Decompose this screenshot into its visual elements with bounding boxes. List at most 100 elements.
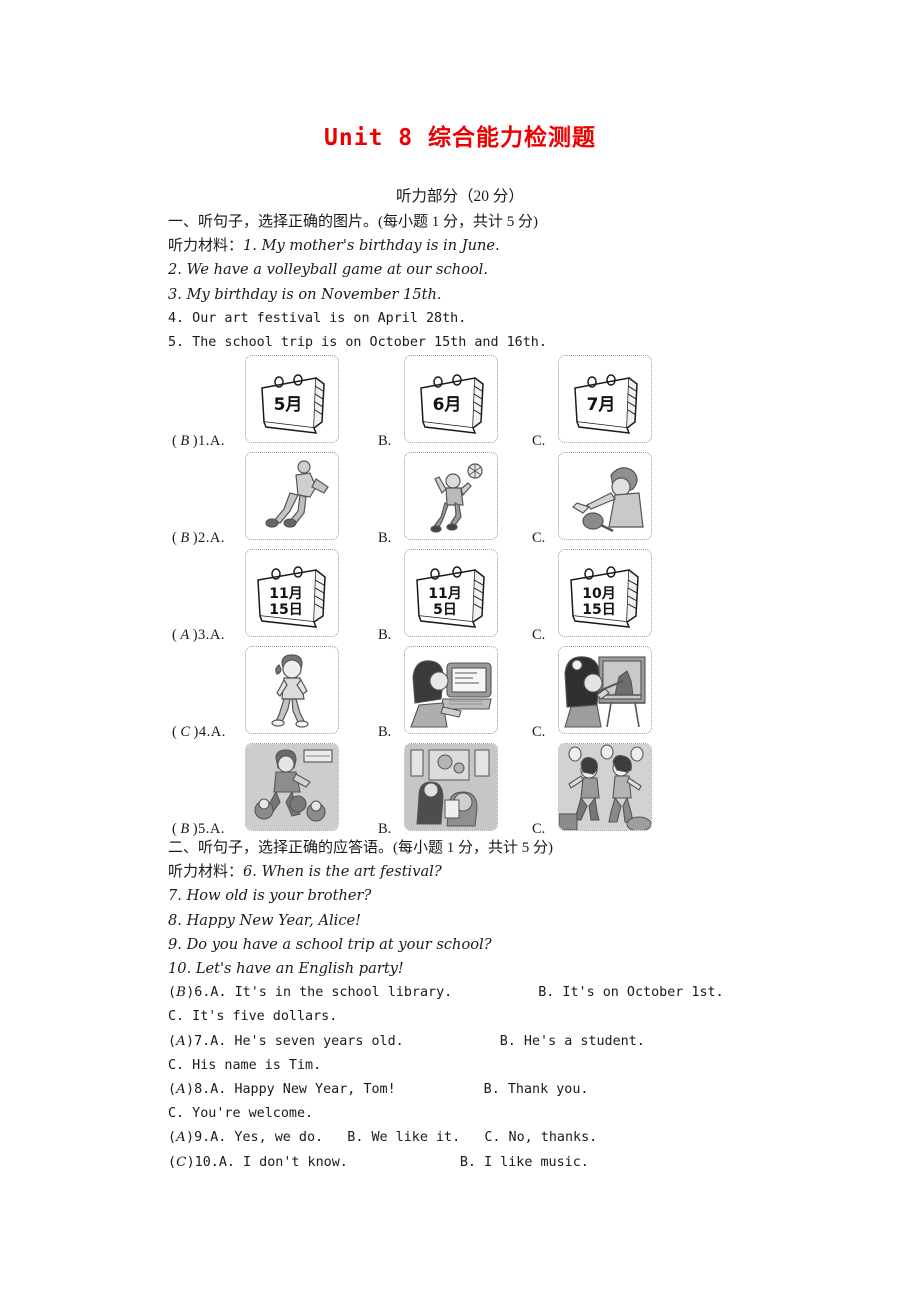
option-8c: C. You're welcome.: [168, 1106, 314, 1122]
option-label-4a: A.: [210, 724, 226, 740]
material-8: 8. Happy New Year, Alice!: [168, 911, 361, 929]
calendar-day-3a: 15日: [269, 602, 302, 618]
option-7c: C. His name is Tim.: [168, 1057, 322, 1073]
option-7a: A. He's seven years old.: [210, 1033, 404, 1049]
answer-blank-2[interactable]: (B)2.A.: [172, 530, 225, 546]
option-label-1c[interactable]: C.: [532, 433, 545, 449]
answer-line-6[interactable]: (B)6.A. It's in the school library. B. It…: [168, 981, 828, 1005]
question-number-4: 4.: [198, 724, 211, 740]
question-row-4: (C)4.A. B. C.: [0, 643, 920, 740]
option-label-3b[interactable]: B.: [378, 627, 391, 643]
question-number-7: 7.: [194, 1033, 211, 1049]
question-number-3: 3.: [198, 627, 210, 643]
option-8b: B. Thank you.: [483, 1082, 589, 1098]
picture-basketball-player[interactable]: [245, 452, 339, 540]
option-label-2a: A.: [209, 530, 226, 546]
picture-girl-at-computer[interactable]: [404, 646, 498, 734]
option-10b: B. I like music.: [459, 1154, 589, 1170]
picture-volleyball-player[interactable]: [404, 452, 498, 540]
option-label-5a: A.: [209, 821, 226, 837]
question-row-5: (B)5.A. B. C.: [0, 740, 920, 837]
picture-calendar-oct-15[interactable]: 10月 15日: [558, 549, 652, 637]
option-6b: B. It's on October 1st.: [538, 985, 724, 1001]
picture-calendar-july[interactable]: 7月: [558, 355, 652, 443]
answer-letter-9: A: [176, 1130, 187, 1146]
answer-letter-5: B: [180, 821, 190, 837]
answer-letter-10: C: [176, 1154, 187, 1170]
question-number-6: 6.: [194, 985, 211, 1001]
option-6c: C. It's five dollars.: [168, 1009, 338, 1025]
option-label-3c[interactable]: C.: [532, 627, 545, 643]
answer-blank-1[interactable]: (B)1.A.: [172, 433, 225, 449]
part-two-material-line-1: 听力材料：6. When is the art festival?: [168, 860, 828, 884]
picture-table-tennis-player[interactable]: [558, 452, 652, 540]
answer-blank-5[interactable]: (B)5.A.: [172, 821, 225, 837]
question-number-10: 10.: [194, 1154, 219, 1170]
answer-letter-8: A: [176, 1082, 187, 1098]
calendar-text-1a: 5月: [274, 395, 303, 415]
option-9a: A. Yes, we do. B. We like it. C. No, tha…: [210, 1130, 598, 1146]
answer-letter-4: C: [180, 724, 191, 740]
option-6a: A. It's in the school library.: [210, 985, 453, 1001]
option-label-2c[interactable]: C.: [532, 530, 545, 546]
calendar-month-3a: 11月: [269, 586, 302, 602]
part-one-text: 一、听句子，选择正确的图片。(每小题 1 分，共计 5 分) 听力材料：1. M…: [168, 210, 808, 355]
picture-girl-walking[interactable]: [245, 646, 339, 734]
option-label-4b[interactable]: B.: [378, 724, 391, 740]
question-number-8: 8.: [194, 1082, 211, 1098]
picture-girls-dancing[interactable]: [558, 743, 652, 831]
material-label: 听力材料：: [168, 238, 244, 255]
question-number-5: 5.: [198, 821, 210, 837]
material-3: 3. My birthday is on November 15th.: [168, 285, 442, 303]
calendar-text-1b: 6月: [433, 395, 462, 415]
option-label-5b[interactable]: B.: [378, 821, 391, 837]
page-title: Unit 8 综合能力检测题: [324, 125, 596, 151]
exam-page: Unit 8 综合能力检测题 听力部分（20 分） 一、听句子，选择正确的图片。…: [0, 0, 920, 1302]
question-number-2: 2.: [198, 530, 210, 546]
picture-kids-playing-ball[interactable]: [245, 743, 339, 831]
option-label-2b[interactable]: B.: [378, 530, 391, 546]
option-label-1a: A.: [209, 433, 226, 449]
picture-calendar-nov-15[interactable]: 11月 15日: [245, 549, 339, 637]
answer-letter-7: A: [176, 1033, 187, 1049]
answer-blank-4[interactable]: (C)4.A.: [172, 724, 226, 740]
calendar-month-3b: 11月: [428, 586, 461, 602]
question-number-9: 9.: [194, 1130, 211, 1146]
material-9: 9. Do you have a school trip at your sch…: [168, 935, 492, 953]
picture-girl-painting[interactable]: [558, 646, 652, 734]
material-4: 4. Our art festival is on April 28th.: [168, 310, 467, 326]
picture-calendar-may[interactable]: 5月: [245, 355, 339, 443]
answer-letter-3: A: [180, 627, 190, 643]
question-row-1: (B)1.A. B. C. 5月 6月 7月: [0, 352, 920, 449]
material-2: 2. We have a volleyball game at our scho…: [168, 261, 488, 279]
answer-line-8[interactable]: (A)8.A. Happy New Year, Tom! B. Thank you…: [168, 1078, 828, 1102]
picture-classroom-scene[interactable]: [404, 743, 498, 831]
answer-line-9[interactable]: (A)9.A. Yes, we do. B. We like it. C. No…: [168, 1126, 828, 1150]
picture-calendar-nov-5[interactable]: 11月 5日: [404, 549, 498, 637]
calendar-text-1c: 7月: [587, 395, 616, 415]
part-one-heading: 一、听句子，选择正确的图片。(每小题 1 分，共计 5 分): [168, 214, 538, 230]
option-label-3a: A.: [209, 627, 226, 643]
answer-blank-3[interactable]: (A)3.A.: [172, 627, 225, 643]
material-label-2: 听力材料：: [168, 864, 244, 881]
part-one-material-line-1: 听力材料：1. My mother's birthday is in June.: [168, 234, 808, 258]
calendar-day-3c: 15日: [582, 602, 615, 618]
material-1: 1. My mother's birthday is in June.: [243, 237, 500, 255]
picture-calendar-june[interactable]: 6月: [404, 355, 498, 443]
listening-section-header: 听力部分（20 分）: [396, 188, 524, 205]
part-two-text: 二、听句子，选择正确的应答语。(每小题 1 分，共计 5 分) 听力材料：6. …: [168, 836, 828, 1175]
answer-line-10[interactable]: (C)10.A. I don't know. B. I like music.: [168, 1151, 828, 1175]
answer-line-7[interactable]: (A)7.A. He's seven years old. B. He's a s…: [168, 1030, 828, 1054]
answer-letter-2: B: [180, 530, 190, 546]
option-label-1b[interactable]: B.: [378, 433, 391, 449]
question-row-3: (A)3.A. B. C. 11月 15日 11月 5日 10月 15日: [0, 546, 920, 643]
material-10: 10. Let's have an English party!: [168, 960, 404, 978]
option-label-4c[interactable]: C.: [532, 724, 545, 740]
option-8a: A. Happy New Year, Tom!: [210, 1082, 396, 1098]
calendar-month-3c: 10月: [582, 586, 615, 602]
material-7: 7. How old is your brother?: [168, 887, 372, 905]
option-label-5c[interactable]: C.: [532, 821, 545, 837]
part-two-heading: 二、听句子，选择正确的应答语。(每小题 1 分，共计 5 分): [168, 840, 553, 856]
question-row-2: (B)2.A. B. C.: [0, 449, 920, 546]
question-number-1: 1.: [198, 433, 210, 449]
